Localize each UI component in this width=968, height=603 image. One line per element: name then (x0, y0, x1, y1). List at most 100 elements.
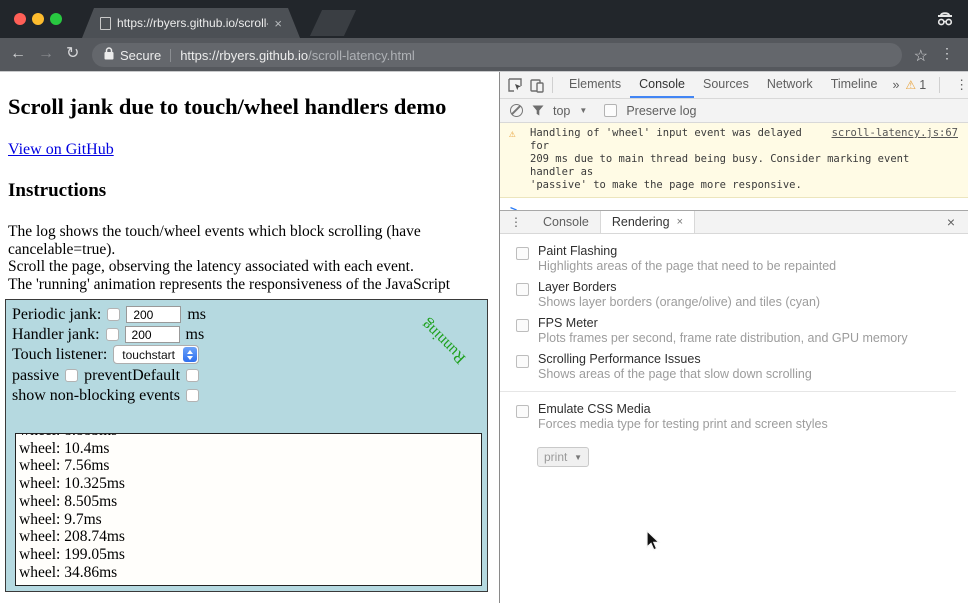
drawer-menu-icon[interactable]: ⋮ (500, 215, 532, 229)
devtools-tab-timeline[interactable]: Timeline (822, 72, 887, 98)
context-dropdown-icon[interactable]: ▼ (579, 106, 587, 115)
new-tab-button[interactable] (310, 10, 356, 36)
lock-icon (104, 47, 114, 63)
handler-jank-label: Handler jank: (12, 326, 100, 344)
panel-divider (500, 391, 956, 392)
device-toolbar-icon[interactable] (530, 78, 545, 93)
log-line: wheel: 10.4ms (19, 440, 481, 458)
rendering-option-scrolling-performance-issues[interactable]: Scrolling Performance IssuesShows areas … (516, 352, 956, 381)
handler-jank-input[interactable] (125, 326, 180, 343)
secure-label: Secure (120, 48, 161, 63)
reload-icon[interactable]: ↻ (66, 44, 79, 64)
drawer-tab-console[interactable]: Console (532, 211, 600, 233)
devtools-tab-sources[interactable]: Sources (694, 72, 758, 98)
media-dropdown-icon: ▼ (574, 453, 582, 462)
select-stepper-icon (183, 347, 197, 362)
devtools-tab-console[interactable]: Console (630, 72, 694, 98)
log-line: wheel: 8.505ms (19, 493, 481, 511)
running-spinner: Running (409, 306, 478, 375)
option-checkbox[interactable] (516, 319, 529, 332)
clear-console-icon[interactable] (510, 104, 523, 117)
option-title: FPS Meter (538, 316, 908, 331)
event-log-box: wheel: 8.885mswheel: 10.4mswheel: 7.56ms… (15, 433, 482, 586)
demo-control-panel: Periodic jank: ms Handler jank: ms Touch… (5, 299, 488, 592)
inspect-element-icon[interactable] (508, 78, 523, 93)
browser-toolbar: ← → ↻ Secure https://rbyers.github.io /s… (0, 38, 968, 72)
url-host: https://rbyers.github.io (180, 48, 308, 63)
web-page: Scroll jank due to touch/wheel handlers … (0, 72, 499, 603)
instructions-heading: Instructions (8, 180, 106, 202)
passive-label: passive (12, 367, 59, 385)
rendering-option-emulate-css-media[interactable]: Emulate CSS Media Forces media type for … (516, 402, 956, 431)
log-line: wheel: 9.7ms (19, 511, 481, 529)
browser-menu-icon[interactable]: ⋮ (940, 45, 954, 62)
warning-source-link[interactable]: scroll-latency.js:67 (832, 127, 958, 140)
rendering-panel: Paint FlashingHighlights areas of the pa… (500, 234, 968, 467)
instructions-text: The log shows the touch/wheel events whi… (8, 223, 450, 293)
log-line: wheel: 7.56ms (19, 457, 481, 475)
option-checkbox[interactable] (516, 247, 529, 260)
drawer-tab-bar: ⋮ Console Rendering × × (500, 211, 968, 234)
passive-checkbox[interactable] (65, 369, 78, 382)
close-window-button[interactable] (14, 13, 26, 25)
console-warning-message: ⚠ scroll-latency.js:67 Handling of 'whee… (500, 123, 968, 198)
url-bar[interactable]: Secure https://rbyers.github.io /scroll-… (92, 43, 902, 67)
prevent-default-label: preventDefault (84, 367, 180, 385)
incognito-icon (934, 8, 956, 35)
filter-icon[interactable] (532, 105, 544, 116)
more-tabs-icon[interactable]: » (886, 78, 905, 92)
periodic-jank-checkbox[interactable] (107, 308, 120, 321)
instructions-line: cancelable=true). (8, 241, 450, 259)
tab-close-icon[interactable]: × (274, 16, 282, 31)
touch-listener-select[interactable]: touchstart (113, 345, 199, 364)
emulate-css-media-checkbox[interactable] (516, 405, 529, 418)
touch-listener-value: touchstart (114, 348, 183, 362)
option-description: Plots frames per second, frame rate dist… (538, 331, 908, 345)
warning-badge-icon[interactable]: ⚠ (905, 78, 916, 92)
option-title: Paint Flashing (538, 244, 836, 259)
periodic-jank-input[interactable] (126, 306, 181, 323)
preserve-log-checkbox[interactable] (604, 104, 617, 117)
drawer-tab-close-icon[interactable]: × (677, 211, 683, 233)
drawer-tab-rendering[interactable]: Rendering × (600, 211, 695, 233)
warning-count: 1 (919, 78, 926, 92)
log-line: wheel: 34.86ms (19, 564, 481, 582)
devtools-tab-network[interactable]: Network (758, 72, 822, 98)
rendering-option-layer-borders[interactable]: Layer BordersShows layer borders (orange… (516, 280, 956, 309)
show-nonblocking-checkbox[interactable] (186, 389, 199, 402)
option-checkbox[interactable] (516, 283, 529, 296)
devtools-drawer: ⋮ Console Rendering × × Paint FlashingHi… (500, 210, 968, 603)
option-title: Scrolling Performance Issues (538, 352, 812, 367)
execution-context-value[interactable]: top (553, 104, 570, 118)
touch-listener-label: Touch listener: (12, 346, 107, 364)
option-title: Emulate CSS Media (538, 402, 828, 417)
maximize-window-button[interactable] (50, 13, 62, 25)
url-separator (170, 49, 171, 62)
prevent-default-checkbox[interactable] (186, 369, 199, 382)
view-on-github-link[interactable]: View on GitHub (8, 141, 114, 159)
log-line: wheel: 208.74ms (19, 528, 481, 546)
option-title: Layer Borders (538, 280, 820, 295)
drawer-close-icon[interactable]: × (947, 214, 968, 230)
devtools-tab-elements[interactable]: Elements (560, 72, 630, 98)
browser-tab[interactable]: https://rbyers.github.io/scroll-l × (82, 8, 300, 38)
option-checkbox[interactable] (516, 355, 529, 368)
rendering-option-paint-flashing[interactable]: Paint FlashingHighlights areas of the pa… (516, 244, 956, 273)
console-toolbar: top ▼ Preserve log (500, 99, 968, 123)
option-description: Highlights areas of the page that need t… (538, 259, 836, 273)
minimize-window-button[interactable] (32, 13, 44, 25)
devtools-menu-icon[interactable]: ⋮ (947, 77, 968, 93)
media-type-select[interactable]: print ▼ (537, 447, 589, 467)
bookmark-star-icon[interactable]: ☆ (914, 46, 928, 66)
titlebar: https://rbyers.github.io/scroll-l × (0, 0, 968, 38)
warning-line: 'passive' to make the page more responsi… (530, 179, 958, 192)
handler-jank-checkbox[interactable] (106, 328, 119, 341)
instructions-line: Scroll the page, observing the latency a… (8, 258, 450, 276)
forward-icon: → (38, 44, 54, 64)
toolbar-divider (939, 77, 940, 93)
option-description: Shows areas of the page that slow down s… (538, 367, 812, 381)
rendering-option-fps-meter[interactable]: FPS MeterPlots frames per second, frame … (516, 316, 956, 345)
devtools-tabs: ElementsConsoleSourcesNetworkTimeline (560, 72, 886, 98)
media-type-value: print (544, 450, 567, 464)
back-icon[interactable]: ← (10, 44, 26, 64)
